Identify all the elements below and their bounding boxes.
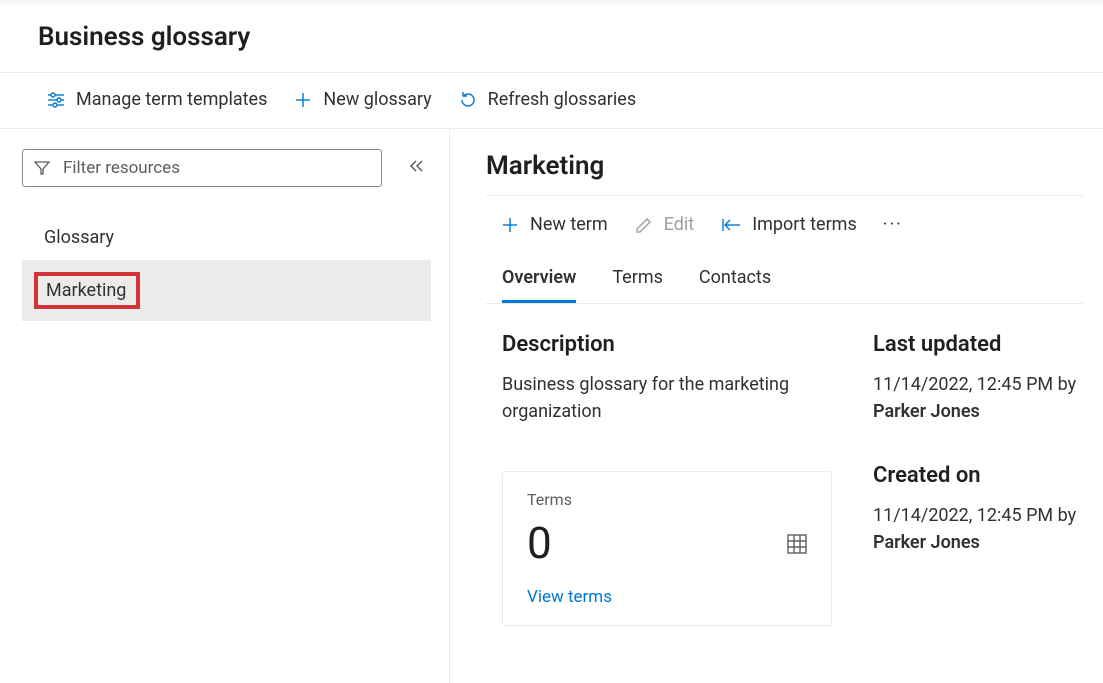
- collapse-sidebar-button[interactable]: [404, 153, 430, 184]
- refresh-glossaries-button[interactable]: Refresh glossaries: [456, 85, 638, 114]
- description-text: Business glossary for the marketing orga…: [502, 371, 837, 425]
- detail-title: Marketing: [486, 151, 1103, 195]
- tab-overview[interactable]: Overview: [502, 267, 576, 303]
- edit-label: Edit: [664, 214, 694, 235]
- filter-resources-input[interactable]: [22, 149, 382, 187]
- new-glossary-button[interactable]: New glossary: [291, 85, 433, 114]
- sliders-icon: [46, 90, 66, 110]
- new-term-label: New term: [530, 214, 608, 235]
- refresh-icon: [458, 90, 478, 110]
- chevron-double-left-icon: [408, 159, 426, 179]
- tree-item-label: Marketing: [46, 280, 126, 301]
- sidebar: Glossary Marketing: [0, 129, 450, 683]
- tree-item-glossary[interactable]: Glossary: [22, 215, 431, 260]
- import-icon: [720, 215, 742, 235]
- terms-count: 0: [527, 517, 811, 569]
- tab-terms[interactable]: Terms: [612, 267, 663, 303]
- created-on-heading: Created on: [873, 463, 1083, 488]
- glossary-tree: Glossary Marketing: [22, 215, 431, 321]
- tab-contacts[interactable]: Contacts: [699, 267, 771, 303]
- manage-term-templates-button[interactable]: Manage term templates: [44, 85, 269, 114]
- manage-templates-label: Manage term templates: [76, 89, 267, 110]
- terms-card-title: Terms: [527, 490, 811, 509]
- tab-bar: Overview Terms Contacts: [486, 253, 1083, 304]
- filter-input-wrap: [22, 149, 382, 187]
- description-heading: Description: [502, 332, 837, 357]
- import-label: Import terms: [752, 214, 857, 235]
- page-title: Business glossary: [38, 22, 1065, 52]
- import-terms-button[interactable]: Import terms: [718, 210, 859, 239]
- tree-item-marketing[interactable]: Marketing: [22, 260, 431, 321]
- created-on-value: 11/14/2022, 12:45 PM by Parker Jones: [873, 502, 1083, 556]
- tree-item-label: Glossary: [44, 227, 114, 248]
- grid-icon: [785, 532, 809, 560]
- new-glossary-label: New glossary: [323, 89, 431, 110]
- detail-command-bar: New term Edit Import terms ·: [486, 196, 1103, 253]
- last-updated-heading: Last updated: [873, 332, 1083, 357]
- plus-icon: [500, 215, 520, 235]
- plus-icon: [293, 90, 313, 110]
- new-term-button[interactable]: New term: [498, 210, 610, 239]
- refresh-label: Refresh glossaries: [488, 89, 636, 110]
- terms-card: Terms 0 View terms: [502, 471, 832, 626]
- ellipsis-icon: ···: [883, 214, 903, 235]
- command-bar: Manage term templates New glossary Refre…: [0, 73, 1103, 128]
- edit-button: Edit: [632, 210, 696, 239]
- pencil-icon: [634, 215, 654, 235]
- detail-pane: Marketing New term Edit: [450, 129, 1103, 683]
- last-updated-value: 11/14/2022, 12:45 PM by Parker Jones: [873, 371, 1083, 425]
- view-terms-link[interactable]: View terms: [527, 587, 612, 607]
- more-actions-button[interactable]: ···: [881, 210, 905, 239]
